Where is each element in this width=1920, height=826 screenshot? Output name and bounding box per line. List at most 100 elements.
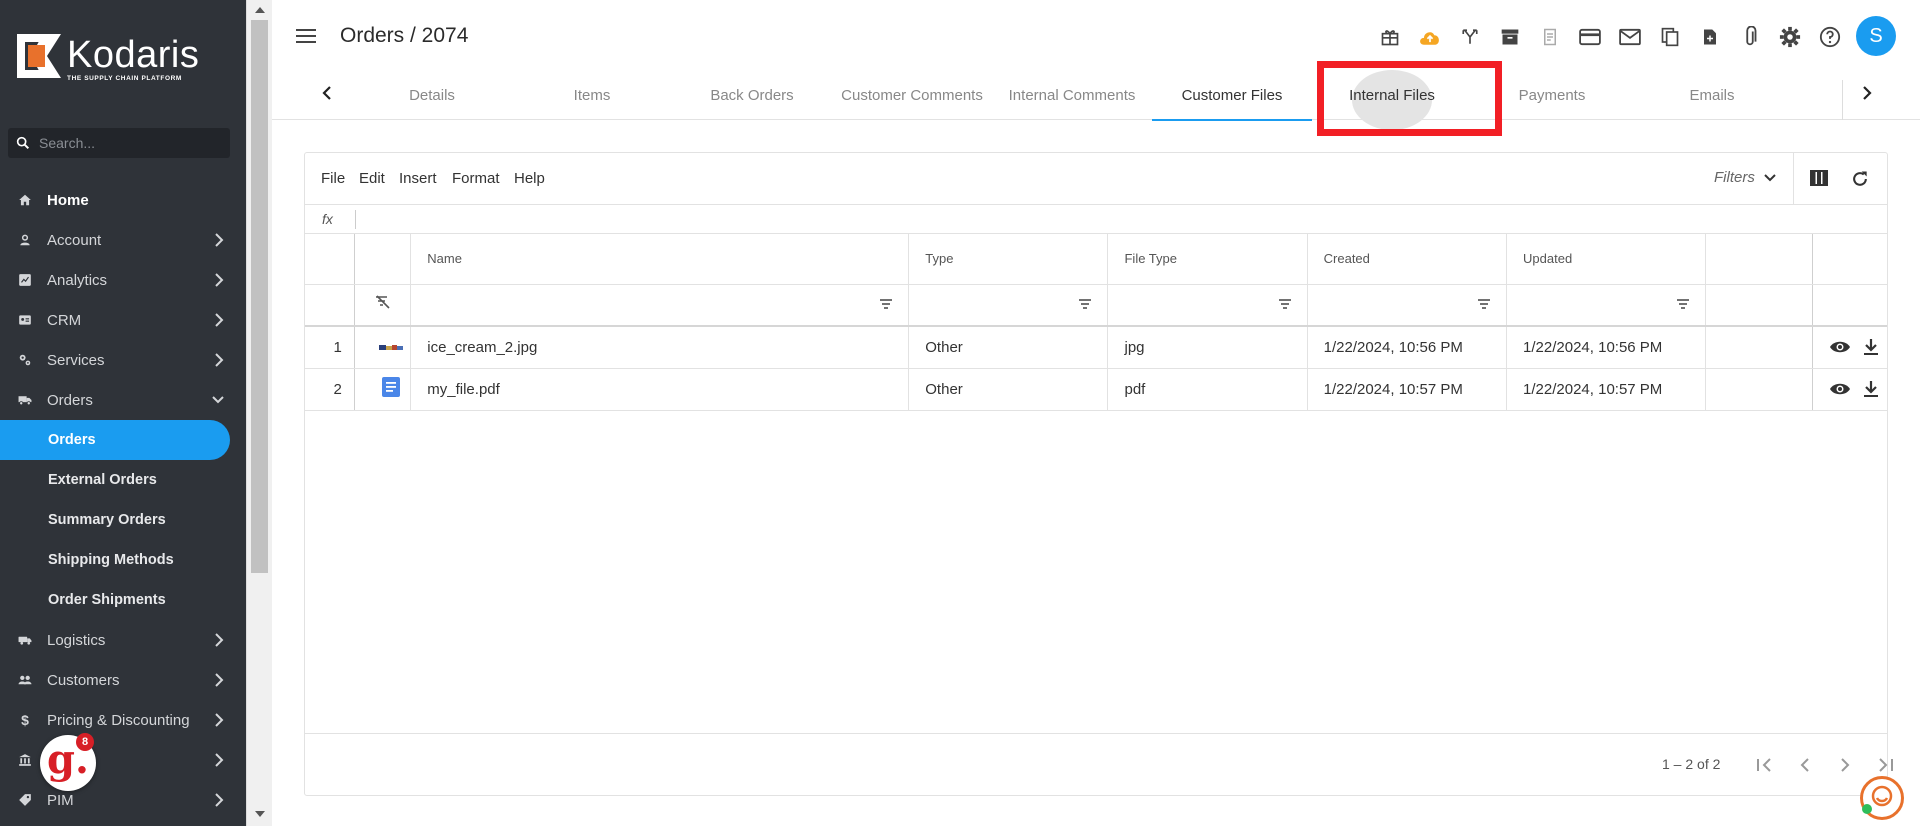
- cell-file-type[interactable]: pdf: [1107, 368, 1308, 411]
- tab-details[interactable]: Details: [352, 76, 512, 120]
- download-icon[interactable]: [1863, 380, 1879, 398]
- column-header-file-type[interactable]: File Type: [1107, 234, 1308, 285]
- sidebar-subitem-order-shipments[interactable]: Order Shipments: [0, 580, 246, 620]
- tabs-scroll-right-icon[interactable]: [1862, 86, 1872, 100]
- clear-filter-icon[interactable]: [375, 295, 391, 309]
- menu-insert[interactable]: Insert: [399, 170, 437, 187]
- last-page-icon[interactable]: [1873, 755, 1897, 775]
- bank-icon: [18, 753, 32, 767]
- sidebar-subitem-shipping-methods[interactable]: Shipping Methods: [0, 540, 246, 580]
- column-header-name[interactable]: Name: [410, 234, 910, 285]
- filter-cell-name[interactable]: [410, 284, 910, 327]
- filter-cell-updated[interactable]: [1506, 284, 1707, 327]
- settings-icon[interactable]: [1770, 24, 1810, 50]
- receipt-icon[interactable]: [1530, 24, 1570, 50]
- columns-icon[interactable]: [1809, 169, 1829, 187]
- scroll-down-arrow-icon[interactable]: [255, 810, 265, 818]
- next-page-icon[interactable]: [1833, 755, 1857, 775]
- sidebar-search[interactable]: [8, 128, 230, 158]
- filter-cell-thumb[interactable]: [354, 284, 412, 327]
- sidebar-item-pim[interactable]: PIM: [0, 780, 246, 820]
- filter-icon[interactable]: [1677, 298, 1690, 309]
- tab-internal-comments[interactable]: Internal Comments: [992, 76, 1152, 120]
- filter-icon[interactable]: [880, 298, 893, 309]
- sidebar-item-home[interactable]: Home: [0, 180, 246, 220]
- notification-widget[interactable]: g. 8: [40, 733, 96, 791]
- filter-icon[interactable]: [1079, 298, 1092, 309]
- sidebar-item-pricing[interactable]: $ Pricing & Discounting: [0, 700, 246, 740]
- sidebar-item-logistics[interactable]: Logistics: [0, 620, 246, 660]
- sidebar-item-account[interactable]: Account: [0, 220, 246, 260]
- gift-icon[interactable]: [1370, 24, 1410, 50]
- cell-updated[interactable]: 1/22/2024, 10:57 PM: [1506, 368, 1707, 411]
- copy-icon[interactable]: [1650, 24, 1690, 50]
- cloud-upload-icon[interactable]: [1410, 24, 1450, 50]
- filter-cell-type[interactable]: [908, 284, 1109, 327]
- sidebar-item-services[interactable]: Services: [0, 340, 246, 380]
- note-add-icon[interactable]: [1690, 24, 1730, 50]
- refresh-icon[interactable]: [1850, 169, 1870, 189]
- tab-customer-comments[interactable]: Customer Comments: [832, 76, 992, 120]
- kodaris-logo[interactable]: Kodaris THE SUPPLY CHAIN PLATFORM: [17, 34, 199, 82]
- table-row[interactable]: 1 ice_cream_2.jpg Other jpg 1/22/2024, 1…: [305, 326, 1887, 369]
- column-header-created[interactable]: Created: [1307, 234, 1508, 285]
- document-icon[interactable]: [354, 368, 412, 411]
- filter-icon[interactable]: [1278, 298, 1291, 309]
- attachment-icon[interactable]: [1730, 24, 1770, 50]
- tab-emails[interactable]: Emails: [1632, 76, 1792, 120]
- view-eye-icon[interactable]: [1829, 382, 1851, 396]
- pagination-footer: 1 – 2 of 2: [305, 733, 1893, 797]
- merge-icon[interactable]: [1450, 24, 1490, 50]
- cell-type[interactable]: Other: [908, 368, 1109, 411]
- view-eye-icon[interactable]: [1829, 340, 1851, 354]
- cell-created[interactable]: 1/22/2024, 10:57 PM: [1307, 368, 1508, 411]
- sidebar-subitem-external-orders[interactable]: External Orders: [0, 460, 246, 500]
- mail-icon[interactable]: [1610, 24, 1650, 50]
- sidebar-subitem-summary-orders[interactable]: Summary Orders: [0, 500, 246, 540]
- download-icon[interactable]: [1863, 338, 1879, 356]
- tab-customer-files[interactable]: Customer Files: [1152, 76, 1312, 121]
- filters-dropdown[interactable]: Filters: [1714, 169, 1777, 186]
- scroll-up-arrow-icon[interactable]: [255, 6, 265, 14]
- files-grid-card: File Edit Insert Format Help Filters fx: [304, 152, 1893, 797]
- menu-format[interactable]: Format: [452, 170, 500, 187]
- cell-name[interactable]: my_file.pdf: [410, 368, 910, 411]
- tabs-scroll-left-icon[interactable]: [322, 86, 332, 100]
- sidebar-item-customers[interactable]: Customers: [0, 660, 246, 700]
- sidebar-item-analytics[interactable]: Analytics: [0, 260, 246, 300]
- cell-type[interactable]: Other: [908, 326, 1109, 369]
- sidebar-scrollbar[interactable]: [246, 0, 272, 826]
- menu-file[interactable]: File: [321, 170, 345, 187]
- search-icon: [16, 136, 30, 150]
- archive-icon[interactable]: [1490, 24, 1530, 50]
- cell-updated[interactable]: 1/22/2024, 10:56 PM: [1506, 326, 1707, 369]
- table-row[interactable]: 2 my_file.pdf Other pdf 1/22/2024, 10:57…: [305, 368, 1887, 411]
- formula-bar[interactable]: fx: [305, 205, 1887, 234]
- sidebar-item-bank[interactable]: [0, 740, 246, 780]
- image-thumbnail[interactable]: [354, 326, 412, 369]
- tab-items[interactable]: Items: [512, 76, 672, 120]
- sidebar-item-crm[interactable]: CRM: [0, 300, 246, 340]
- column-header-updated[interactable]: Updated: [1506, 234, 1707, 285]
- cell-created[interactable]: 1/22/2024, 10:56 PM: [1307, 326, 1508, 369]
- column-header-type[interactable]: Type: [908, 234, 1109, 285]
- filter-icon[interactable]: [1478, 298, 1491, 309]
- menu-edit[interactable]: Edit: [359, 170, 385, 187]
- sidebar-item-orders[interactable]: Orders: [0, 380, 246, 420]
- cell-file-type[interactable]: jpg: [1107, 326, 1308, 369]
- filter-cell-created[interactable]: [1307, 284, 1508, 327]
- help-icon[interactable]: [1810, 24, 1850, 50]
- sidebar-item-label: Services: [47, 351, 105, 369]
- tab-back-orders[interactable]: Back Orders: [672, 76, 832, 120]
- hamburger-menu-icon[interactable]: [296, 28, 316, 44]
- filter-cell-file-type[interactable]: [1107, 284, 1308, 327]
- credit-card-icon[interactable]: [1570, 24, 1610, 50]
- user-avatar[interactable]: S: [1856, 16, 1896, 56]
- cell-name[interactable]: ice_cream_2.jpg: [410, 326, 910, 369]
- sidebar-subitem-orders[interactable]: Orders: [0, 420, 230, 460]
- menu-help[interactable]: Help: [514, 170, 545, 187]
- first-page-icon[interactable]: [1753, 755, 1777, 775]
- previous-page-icon[interactable]: [1793, 755, 1817, 775]
- scrollbar-thumb[interactable]: [251, 20, 268, 573]
- search-input[interactable]: [39, 135, 209, 151]
